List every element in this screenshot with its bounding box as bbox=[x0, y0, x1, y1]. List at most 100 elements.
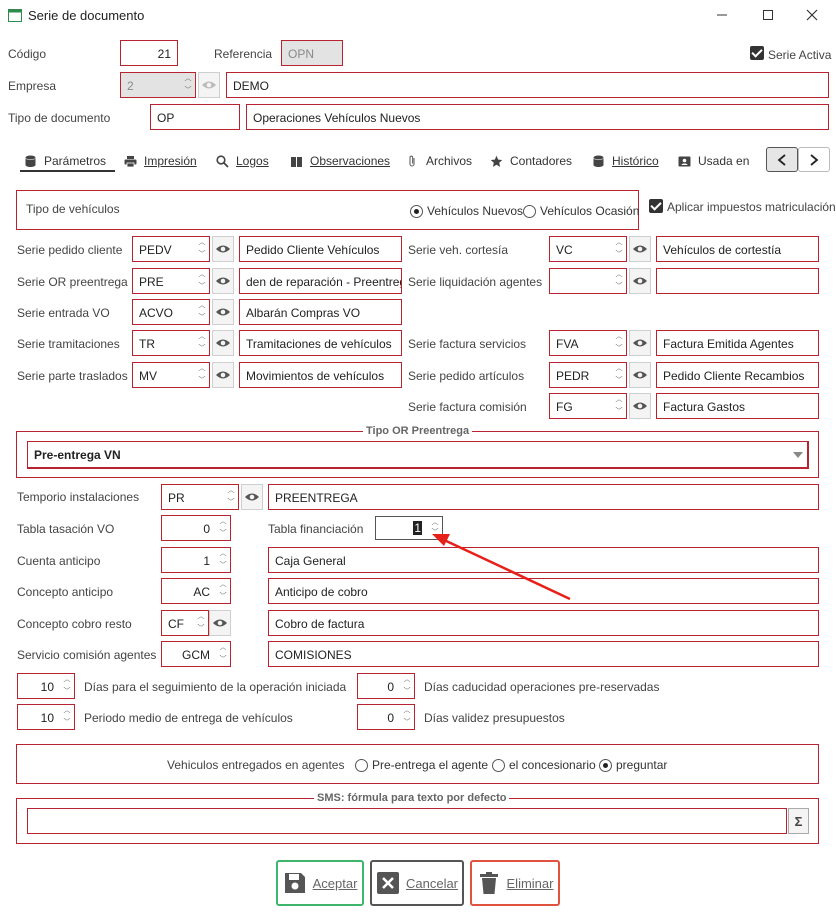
tab-impresion[interactable]: Impresión bbox=[124, 149, 197, 173]
radio-concesionario[interactable]: el concesionario bbox=[492, 758, 596, 772]
tipo-documento-code-field[interactable]: OP bbox=[150, 104, 240, 130]
servicio-comision-name[interactable]: COMISIONES bbox=[268, 641, 819, 667]
tipo-documento-name-field[interactable]: Operaciones Vehículos Nuevos bbox=[246, 104, 829, 130]
spinner[interactable]: ︿ ﹀ bbox=[217, 580, 229, 602]
referencia-field[interactable]: OPN bbox=[281, 40, 343, 66]
tipo-or-select[interactable]: Pre-entrega VN bbox=[27, 441, 809, 469]
spinner[interactable]: ︿ ﹀ bbox=[225, 486, 237, 508]
tab-contadores[interactable]: Contadores bbox=[490, 149, 572, 173]
aplicar-impuestos-checkbox[interactable] bbox=[649, 199, 663, 213]
serie-pedido-articulos-view[interactable] bbox=[629, 362, 651, 388]
tempario-view[interactable] bbox=[241, 484, 263, 510]
dias-seguimiento-field[interactable]: 10 ︿ ﹀ bbox=[17, 673, 75, 699]
tab-usada-en[interactable]: Usada en bbox=[678, 149, 749, 173]
periodo-entrega-field[interactable]: 10 ︿ ﹀ bbox=[17, 704, 75, 730]
empresa-field[interactable]: 2 ︿ ﹀ bbox=[120, 72, 196, 98]
dias-validez-field[interactable]: 0 ︿ ﹀ bbox=[357, 704, 415, 730]
serie-or-preentrega-name[interactable]: den de reparación - Preentrega bbox=[239, 268, 402, 294]
sigma-button[interactable]: Σ bbox=[788, 808, 809, 834]
spinner[interactable]: ︿ ﹀ bbox=[613, 364, 625, 386]
serie-pedido-cliente-name[interactable]: Pedido Cliente Vehículos bbox=[239, 236, 402, 262]
empresa-spinner[interactable]: ︿ ﹀ bbox=[182, 74, 194, 96]
sms-formula-field[interactable] bbox=[27, 808, 787, 834]
spinner[interactable]: ︿ ﹀ bbox=[613, 332, 625, 354]
radio-vehiculos-nuevos[interactable]: Vehículos Nuevos bbox=[410, 204, 523, 218]
serie-parte-traslados-view[interactable] bbox=[212, 362, 234, 388]
serie-or-preentrega-code[interactable]: PRE ︿ ﹀ bbox=[132, 268, 210, 294]
tabla-tasacion-field[interactable]: 0 ︿ ﹀ bbox=[161, 515, 231, 541]
serie-pedido-articulos-name[interactable]: Pedido Cliente Recambios bbox=[656, 362, 819, 388]
serie-liquidacion-agentes-code[interactable]: ︿ ﹀ bbox=[549, 268, 627, 294]
serie-or-preentrega-view[interactable] bbox=[212, 268, 234, 294]
spinner[interactable]: ︿ ﹀ bbox=[217, 549, 229, 571]
serie-factura-servicios-name[interactable]: Factura Emitida Agentes bbox=[656, 330, 819, 356]
cancelar-button[interactable]: Cancelar bbox=[370, 860, 464, 906]
serie-veh-cortesia-view[interactable] bbox=[629, 236, 651, 262]
spinner[interactable]: ︿ ﹀ bbox=[196, 270, 208, 292]
spinner[interactable]: ︿ ﹀ bbox=[196, 238, 208, 260]
tabs-prev-button[interactable] bbox=[766, 147, 798, 172]
concepto-cobro-name[interactable]: Cobro de factura bbox=[268, 610, 819, 636]
spinner[interactable]: ︿ ﹀ bbox=[217, 517, 229, 539]
tab-historico[interactable]: Histórico bbox=[592, 149, 659, 173]
minimize-button[interactable] bbox=[712, 5, 732, 25]
spinner[interactable]: ︿ ﹀ bbox=[196, 364, 208, 386]
concepto-anticipo-field[interactable]: AC ︿ ﹀ bbox=[161, 578, 231, 604]
tab-archivos[interactable]: Archivos bbox=[406, 149, 472, 173]
serie-factura-comision-view[interactable] bbox=[629, 393, 651, 419]
spinner[interactable]: ︿ ﹀ bbox=[61, 675, 73, 697]
serie-liquidacion-agentes-name[interactable] bbox=[656, 268, 819, 294]
serie-pedido-cliente-code[interactable]: PEDV ︿ ﹀ bbox=[132, 236, 210, 262]
serie-factura-servicios-view[interactable] bbox=[629, 330, 651, 356]
spinner[interactable]: ︿ ﹀ bbox=[61, 706, 73, 728]
tempario-name[interactable]: PREENTREGA bbox=[268, 484, 819, 510]
eliminar-button[interactable]: Eliminar bbox=[470, 860, 560, 906]
tempario-code[interactable]: PR ︿ ﹀ bbox=[161, 484, 239, 510]
radio-preguntar[interactable]: preguntar bbox=[599, 758, 667, 772]
star-icon bbox=[490, 155, 503, 167]
radio-vehiculos-ocasion[interactable]: Vehículos Ocasión bbox=[523, 204, 639, 218]
serie-veh-cortesia-code[interactable]: VC ︿ ﹀ bbox=[549, 236, 627, 262]
spinner[interactable]: ︿ ﹀ bbox=[196, 301, 208, 323]
empresa-name-field[interactable]: DEMO bbox=[226, 72, 829, 98]
concepto-cobro-view[interactable] bbox=[209, 610, 231, 636]
dias-caducidad-field[interactable]: 0 ︿ ﹀ bbox=[357, 673, 415, 699]
serie-parte-traslados-name[interactable]: Movimientos de vehículos bbox=[239, 362, 402, 388]
serie-pedido-cliente-view[interactable] bbox=[212, 236, 234, 262]
serie-entrada-vo-code[interactable]: ACVO ︿ ﹀ bbox=[132, 299, 210, 325]
serie-veh-cortesia-name[interactable]: Vehículos de cortestía bbox=[656, 236, 819, 262]
concepto-cobro-field[interactable]: CF ︿ ﹀ bbox=[161, 610, 209, 636]
serie-entrada-vo-view[interactable] bbox=[212, 299, 234, 325]
serie-or-preentrega-label: Serie OR preentrega bbox=[17, 275, 128, 289]
serie-factura-servicios-code[interactable]: FVA ︿ ﹀ bbox=[549, 330, 627, 356]
tabs-next-button[interactable] bbox=[798, 147, 830, 172]
radio-preentrega-agente[interactable]: Pre-entrega el agente bbox=[355, 758, 488, 772]
serie-tramitaciones-view[interactable] bbox=[212, 330, 234, 356]
close-button[interactable] bbox=[802, 5, 822, 25]
cuenta-anticipo-field[interactable]: 1 ︿ ﹀ bbox=[161, 547, 231, 573]
spinner[interactable]: ︿ ﹀ bbox=[196, 332, 208, 354]
spinner[interactable]: ︿ ﹀ bbox=[613, 270, 625, 292]
tab-observaciones[interactable]: Observaciones bbox=[290, 149, 390, 173]
spinner[interactable]: ︿ ﹀ bbox=[195, 612, 207, 634]
tab-logos[interactable]: Logos bbox=[216, 149, 269, 173]
aceptar-button[interactable]: Aceptar bbox=[276, 860, 364, 906]
empresa-view-button[interactable] bbox=[198, 72, 220, 98]
spinner[interactable]: ︿ ﹀ bbox=[401, 675, 413, 697]
spinner[interactable]: ︿ ﹀ bbox=[613, 238, 625, 260]
serie-activa-checkbox[interactable] bbox=[750, 46, 764, 60]
maximize-button[interactable] bbox=[758, 5, 778, 25]
serie-entrada-vo-name[interactable]: Albarán Compras VO bbox=[239, 299, 402, 325]
spinner[interactable]: ︿ ﹀ bbox=[613, 395, 625, 417]
serie-pedido-articulos-code[interactable]: PEDR ︿ ﹀ bbox=[549, 362, 627, 388]
spinner[interactable]: ︿ ﹀ bbox=[217, 643, 229, 665]
codigo-field[interactable]: 21 bbox=[120, 40, 178, 66]
spinner[interactable]: ︿ ﹀ bbox=[401, 706, 413, 728]
serie-factura-comision-code[interactable]: FG ︿ ﹀ bbox=[549, 393, 627, 419]
serie-tramitaciones-code[interactable]: TR ︿ ﹀ bbox=[132, 330, 210, 356]
servicio-comision-field[interactable]: GCM ︿ ﹀ bbox=[161, 641, 231, 667]
serie-factura-comision-name[interactable]: Factura Gastos bbox=[656, 393, 819, 419]
serie-tramitaciones-name[interactable]: Tramitaciones de vehículos bbox=[239, 330, 402, 356]
serie-liquidacion-agentes-view[interactable] bbox=[629, 268, 651, 294]
serie-parte-traslados-code[interactable]: MV ︿ ﹀ bbox=[132, 362, 210, 388]
